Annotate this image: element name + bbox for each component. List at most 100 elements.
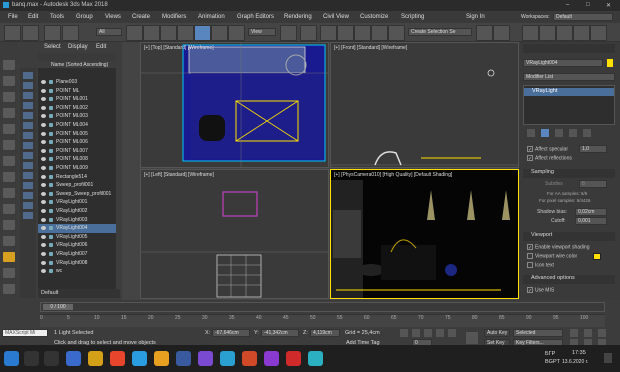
rectangle-selection-icon[interactable] <box>160 25 177 41</box>
viewport-rollout[interactable]: Viewport <box>523 232 615 241</box>
render-iterative-icon[interactable] <box>590 25 607 41</box>
list-item[interactable]: Sweep_profil001 <box>38 181 116 190</box>
language-indicator[interactable]: БГР <box>545 351 555 357</box>
align-icon[interactable] <box>493 25 510 41</box>
pivot-center-icon[interactable] <box>280 25 297 41</box>
list-item[interactable]: Plane003 <box>38 78 116 87</box>
viber-icon[interactable] <box>198 351 213 366</box>
selection-filter-dropdown[interactable]: All <box>96 28 122 36</box>
select-icon[interactable] <box>3 76 15 86</box>
redo-icon[interactable] <box>22 25 39 41</box>
eye-icon[interactable] <box>41 97 46 102</box>
settings-icon[interactable] <box>3 268 15 278</box>
subdivs-input[interactable]: 8 <box>579 180 607 188</box>
enable-viewport-shading-row[interactable]: ✓ Enable viewport shading <box>527 244 589 251</box>
search-icon[interactable] <box>24 351 39 366</box>
list-item[interactable]: VRayLight001 <box>38 198 116 207</box>
orbit-icon[interactable] <box>598 329 606 337</box>
viewport-front[interactable]: [+] [Front] [Standard] [Wireframe] <box>330 42 519 168</box>
list-item[interactable]: Rectangle514 <box>38 173 116 182</box>
advanced-options-rollout[interactable]: Advanced options <box>523 275 615 284</box>
layer-bar[interactable]: Default <box>38 289 120 298</box>
viewport-left[interactable]: [+] [Left] [Standard] [Wireframe] <box>140 169 329 299</box>
viewport-camera-label[interactable]: [+] [PhysCamera010] [High Quality] [Defa… <box>334 172 452 178</box>
link-icon[interactable] <box>44 25 61 41</box>
clock-date[interactable]: 13.6.2020 г. <box>562 359 588 365</box>
list-item[interactable]: VRayLight007 <box>38 250 116 259</box>
minimize-button[interactable]: – <box>566 2 569 8</box>
menu-rendering[interactable]: Rendering <box>284 14 312 20</box>
sun-icon[interactable] <box>3 252 15 262</box>
make-unique-icon[interactable] <box>555 129 563 137</box>
eye-icon[interactable] <box>41 260 46 265</box>
menu-modifiers[interactable]: Modifiers <box>162 14 186 20</box>
cutoff-input[interactable]: 0,001 <box>575 217 607 225</box>
sampling-rollout[interactable]: Sampling <box>523 169 615 178</box>
browser-icon[interactable] <box>110 351 125 366</box>
auto-key-button[interactable]: Auto Key <box>484 329 510 337</box>
eye-icon[interactable] <box>41 191 46 196</box>
clock-time[interactable]: 17:35 <box>572 350 586 356</box>
filter-geometry-icon[interactable] <box>23 72 33 79</box>
close-button[interactable]: ✕ <box>606 2 611 9</box>
layers-icon[interactable] <box>3 284 15 294</box>
move-icon[interactable] <box>194 25 211 41</box>
key-selection-dropdown[interactable]: Selected <box>513 329 563 337</box>
window-crossing-icon[interactable] <box>177 25 194 41</box>
eye-icon[interactable] <box>41 209 46 213</box>
eye-icon[interactable] <box>41 123 46 127</box>
list-item[interactable]: Sweep_Sweep_profil001 <box>38 190 116 199</box>
undo-icon[interactable] <box>4 25 21 41</box>
eye-icon[interactable] <box>41 174 46 179</box>
eye-icon[interactable] <box>41 131 46 136</box>
scale-icon[interactable] <box>228 25 245 41</box>
icon-text-row[interactable]: Icon text <box>527 262 554 268</box>
menu-edit[interactable]: Edit <box>28 14 38 20</box>
hierarchy-icon[interactable] <box>3 92 15 102</box>
list-item[interactable]: VRayLight006 <box>38 241 116 250</box>
wire-color-swatch[interactable] <box>593 253 601 260</box>
list-item-selected[interactable]: VRayLight004 <box>38 224 116 233</box>
viewport-left-label[interactable]: [+] [Left] [Standard] [Wireframe] <box>144 172 214 178</box>
list-item[interactable]: VRayLight005 <box>38 233 116 242</box>
menu-civil-view[interactable]: Civil View <box>323 14 349 20</box>
command-panel-tabs[interactable] <box>523 44 615 53</box>
rotate-icon[interactable] <box>211 25 228 41</box>
filter-frozen-icon[interactable] <box>23 172 33 179</box>
eye-icon[interactable] <box>41 200 46 205</box>
affect-reflections-row[interactable]: ✓ Affect reflections <box>527 155 572 162</box>
system-icon[interactable] <box>3 220 15 230</box>
shadow-bias-input[interactable]: 0,02cm <box>575 208 607 216</box>
time-slider-handle[interactable]: 0 / 100 <box>43 304 73 310</box>
filter-xref-icon[interactable] <box>23 142 33 149</box>
snap-toggle-icon[interactable] <box>337 25 354 41</box>
camera-icon[interactable] <box>3 124 15 134</box>
remove-modifier-icon[interactable] <box>569 129 577 137</box>
app-icon[interactable] <box>66 351 81 366</box>
y-coordinate-input[interactable]: -41,342cm <box>261 329 299 337</box>
list-item[interactable]: POINT ML006 <box>38 138 116 147</box>
eye-icon[interactable] <box>41 166 46 170</box>
menu-group[interactable]: Group <box>76 14 93 20</box>
file-explorer-icon[interactable] <box>88 351 103 366</box>
use-mis-checkbox[interactable]: ✓ <box>527 287 533 294</box>
filter-light-icon[interactable] <box>23 92 33 99</box>
filter-container-icon[interactable] <box>23 162 33 169</box>
viewport-wire-color-checkbox[interactable] <box>527 253 533 259</box>
eye-icon[interactable] <box>41 217 46 222</box>
task-view-icon[interactable] <box>44 351 59 366</box>
app-icon[interactable] <box>242 351 257 366</box>
list-item[interactable]: VRayLight002 <box>38 207 116 216</box>
menu-scripting[interactable]: Scripting <box>401 14 424 20</box>
app-icon[interactable] <box>264 351 279 366</box>
set-key-icon[interactable] <box>466 332 478 344</box>
shape-icon[interactable] <box>3 172 15 182</box>
go-to-end-icon[interactable] <box>448 329 456 337</box>
object-color-swatch[interactable] <box>607 59 613 67</box>
go-to-start-icon[interactable] <box>400 329 408 337</box>
filter-helper-icon[interactable] <box>23 112 33 119</box>
eye-icon[interactable] <box>41 157 46 162</box>
tab-display[interactable]: Display <box>68 44 88 50</box>
menu-animation[interactable]: Animation <box>198 14 225 20</box>
helper-icon[interactable] <box>3 188 15 198</box>
